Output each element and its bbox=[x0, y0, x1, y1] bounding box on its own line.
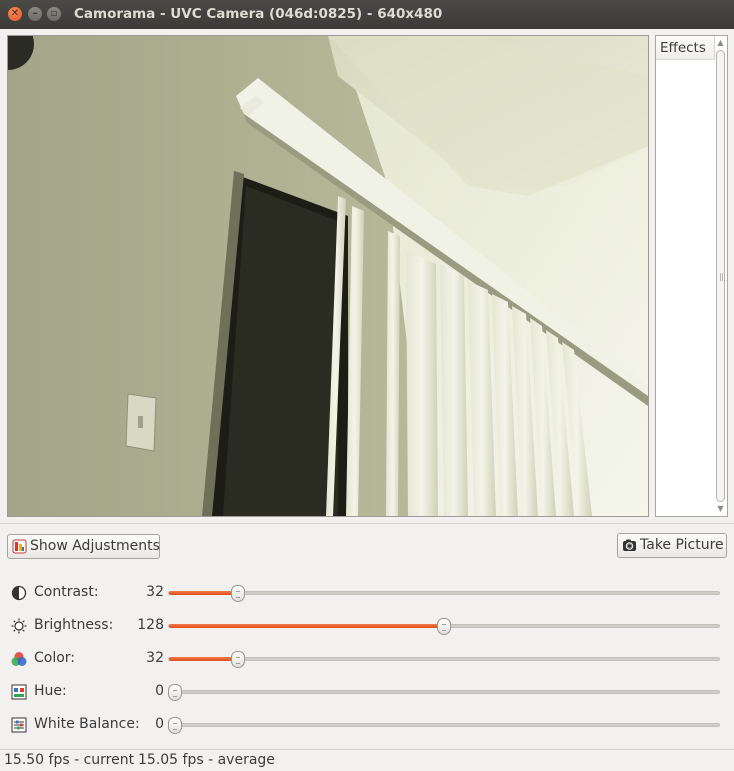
window-titlebar[interactable]: ✕ – ▫ Camorama - UVC Camera (046d:0825) … bbox=[0, 0, 734, 29]
color-slider[interactable] bbox=[168, 651, 720, 668]
scroll-up-icon[interactable]: ▲ bbox=[716, 38, 725, 47]
light-switch bbox=[125, 393, 157, 452]
adjustments-icon bbox=[12, 539, 27, 554]
color-label: Color: bbox=[34, 650, 76, 666]
brightness-icon bbox=[11, 618, 27, 634]
effects-column-header[interactable]: Effects bbox=[656, 36, 715, 60]
take-picture-button[interactable]: Take Picture bbox=[617, 533, 727, 558]
scroll-down-icon[interactable]: ▼ bbox=[716, 504, 725, 513]
white-balance-row: White Balance: 0 bbox=[0, 714, 734, 736]
hue-slider[interactable] bbox=[168, 684, 720, 701]
effects-scrollbar[interactable]: ▲ ▼ bbox=[715, 38, 726, 514]
color-value: 32 bbox=[146, 650, 164, 666]
slider-handle[interactable] bbox=[231, 651, 245, 668]
brightness-label: Brightness: bbox=[34, 617, 114, 633]
show-adjustments-label: Show Adjustments bbox=[30, 538, 160, 554]
white-balance-slider[interactable] bbox=[168, 717, 720, 734]
minimize-icon[interactable]: – bbox=[28, 7, 42, 21]
take-picture-label: Take Picture bbox=[640, 537, 724, 553]
contrast-row: Contrast: 32 bbox=[0, 582, 734, 604]
slider-fill bbox=[169, 591, 238, 595]
brightness-slider[interactable] bbox=[168, 618, 720, 635]
scrollbar-track[interactable] bbox=[716, 50, 725, 502]
show-adjustments-button[interactable]: Show Adjustments bbox=[7, 534, 160, 559]
slider-fill bbox=[169, 624, 444, 628]
white-balance-label: White Balance: bbox=[34, 716, 140, 732]
divider bbox=[0, 523, 734, 524]
color-row: Color: 32 bbox=[0, 648, 734, 670]
contrast-value: 32 bbox=[146, 584, 164, 600]
white-balance-value: 0 bbox=[155, 716, 164, 732]
slider-handle[interactable] bbox=[168, 717, 182, 734]
color-wheel-icon bbox=[11, 652, 27, 666]
fps-average: 15.05 fps - average bbox=[138, 752, 275, 768]
contrast-label: Contrast: bbox=[34, 584, 99, 600]
hue-row: Hue: 0 bbox=[0, 681, 734, 703]
camera-frame-image bbox=[8, 36, 648, 516]
hue-value: 0 bbox=[155, 683, 164, 699]
white-balance-icon bbox=[11, 717, 27, 733]
slider-fill bbox=[169, 657, 238, 661]
contrast-icon bbox=[11, 585, 27, 601]
slider-handle[interactable] bbox=[437, 618, 451, 635]
hue-label: Hue: bbox=[34, 683, 67, 699]
contrast-slider[interactable] bbox=[168, 585, 720, 602]
hue-icon bbox=[11, 684, 27, 700]
status-bar: 15.50 fps - current 15.05 fps - average bbox=[0, 749, 734, 771]
effects-list[interactable]: Effects ▲ ▼ bbox=[655, 35, 728, 517]
scrollbar-thumb[interactable] bbox=[716, 50, 725, 502]
slider-handle[interactable] bbox=[168, 684, 182, 701]
brightness-row: Brightness: 128 bbox=[0, 615, 734, 637]
fps-current: 15.50 fps - current bbox=[4, 752, 135, 768]
camera-icon bbox=[623, 539, 636, 551]
brightness-value: 128 bbox=[137, 617, 164, 633]
close-icon[interactable]: ✕ bbox=[8, 7, 22, 21]
window-title: Camorama - UVC Camera (046d:0825) - 640x… bbox=[74, 6, 443, 22]
maximize-icon[interactable]: ▫ bbox=[47, 7, 61, 21]
camera-video-feed bbox=[7, 35, 649, 517]
slider-handle[interactable] bbox=[231, 585, 245, 602]
